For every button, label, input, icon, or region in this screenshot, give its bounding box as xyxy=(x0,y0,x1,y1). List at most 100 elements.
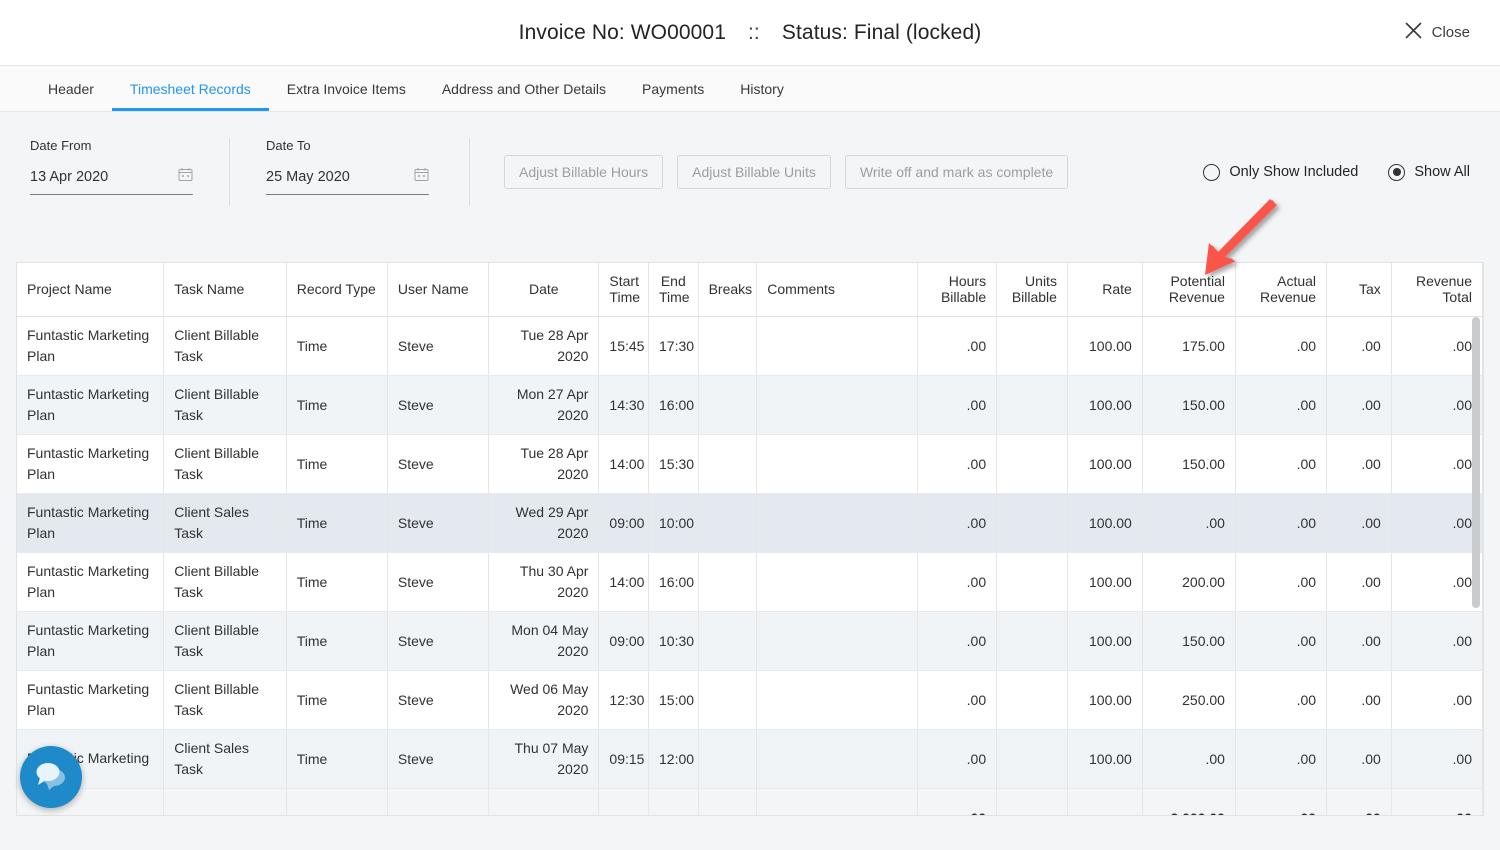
cell-project: Funtastic Marketing Plan xyxy=(17,493,165,553)
table-row[interactable]: Funtastic Marketing Client Sales Task Time… xyxy=(17,729,1483,789)
cell-breaks xyxy=(698,552,758,612)
total-units-billable xyxy=(996,788,1068,815)
cell-date: Mon 04 May 2020 xyxy=(488,611,600,671)
table-row[interactable]: Funtastic Marketing Plan Client Billable … xyxy=(17,670,1483,730)
adjust-billable-hours-button[interactable]: Adjust Billable Hours xyxy=(504,155,664,189)
adjust-billable-units-button[interactable]: Adjust Billable Units xyxy=(677,155,831,189)
close-button[interactable]: Close xyxy=(1404,21,1470,45)
cell-end: 10:00 xyxy=(648,493,699,553)
cell-revenue-total: .00 xyxy=(1391,611,1483,671)
close-icon xyxy=(1404,21,1423,45)
cell-tax: .00 xyxy=(1326,611,1392,671)
table-row[interactable]: Funtastic Marketing Plan Client Sales Tas… xyxy=(17,493,1483,553)
cell-hours-billable: .00 xyxy=(917,552,998,612)
total-revenue-total: .00 xyxy=(1391,788,1483,815)
tab-payments[interactable]: Payments xyxy=(624,66,722,111)
cell-comments xyxy=(756,493,919,553)
cell-rate: 100.00 xyxy=(1067,316,1143,376)
invoice-number: Invoice No: WO00001 xyxy=(518,20,726,44)
table-vertical-scrollbar[interactable] xyxy=(1472,317,1480,815)
cell-revenue-total: .00 xyxy=(1391,552,1483,612)
col-date[interactable]: Date xyxy=(488,263,600,317)
cell-actual-revenue: .00 xyxy=(1235,375,1328,435)
cell-revenue-total: .00 xyxy=(1391,493,1483,553)
cell-start: 12:30 xyxy=(598,670,649,730)
cell-potential-revenue: 150.00 xyxy=(1142,611,1236,671)
cell-breaks xyxy=(698,493,758,553)
cell-task: Client Sales Task xyxy=(163,729,287,789)
cell-actual-revenue: .00 xyxy=(1235,611,1328,671)
chat-widget-button[interactable] xyxy=(20,746,82,808)
cell-task: Client Billable Task xyxy=(163,375,287,435)
cell-end: 12:00 xyxy=(648,729,699,789)
cell-end: 15:30 xyxy=(648,434,699,494)
cell-project: Funtastic Marketing Plan xyxy=(17,434,165,494)
col-revenue-total[interactable]: Revenue Total xyxy=(1391,263,1483,317)
col-start-time[interactable]: Start Time xyxy=(598,263,649,317)
cell-hours-billable: .00 xyxy=(917,611,998,671)
col-hours-billable[interactable]: Hours Billable xyxy=(917,263,998,317)
col-actual-revenue[interactable]: Actual Revenue xyxy=(1235,263,1328,317)
action-button-group: Adjust Billable Hours Adjust Billable Un… xyxy=(504,155,1069,189)
col-task-name[interactable]: Task Name xyxy=(163,263,287,317)
cell-units-billable xyxy=(996,434,1068,494)
tab-history[interactable]: History xyxy=(722,66,802,111)
cell-empty xyxy=(756,788,919,815)
write-off-button[interactable]: Write off and mark as complete xyxy=(844,155,1069,189)
scrollbar-thumb[interactable] xyxy=(1472,317,1480,608)
cell-comments xyxy=(756,729,919,789)
col-project-name[interactable]: Project Name xyxy=(17,263,165,317)
cell-task: Client Billable Task xyxy=(163,611,287,671)
date-to-input-wrap[interactable] xyxy=(266,167,429,195)
cell-rate: 100.00 xyxy=(1067,670,1143,730)
date-from-input-wrap[interactable] xyxy=(30,167,193,195)
cell-start: 09:00 xyxy=(598,493,649,553)
cell-breaks xyxy=(698,375,758,435)
cell-project: Funtastic Marketing Plan xyxy=(17,316,165,376)
calendar-icon[interactable] xyxy=(178,167,193,187)
cell-end: 16:00 xyxy=(648,552,699,612)
col-units-billable[interactable]: Units Billable xyxy=(996,263,1068,317)
cell-breaks xyxy=(698,434,758,494)
cell-actual-revenue: .00 xyxy=(1235,434,1328,494)
cell-revenue-total: .00 xyxy=(1391,375,1483,435)
col-rate[interactable]: Rate xyxy=(1067,263,1143,317)
tab-address-and-other-details[interactable]: Address and Other Details xyxy=(424,66,624,111)
cell-breaks xyxy=(698,670,758,730)
tab-extra-invoice-items[interactable]: Extra Invoice Items xyxy=(269,66,424,111)
table-row[interactable]: Funtastic Marketing Plan Client Billable … xyxy=(17,434,1483,494)
radio-only-show-included[interactable]: Only Show Included xyxy=(1203,163,1358,181)
col-end-time[interactable]: End Time xyxy=(648,263,699,317)
cell-record-type: Time xyxy=(286,316,388,376)
table-row[interactable]: Funtastic Marketing Plan Client Billable … xyxy=(17,552,1483,612)
table-row[interactable]: Funtastic Marketing Plan Client Billable … xyxy=(17,375,1483,435)
total-rate xyxy=(1067,788,1143,815)
table-row[interactable]: Funtastic Marketing Plan Client Billable … xyxy=(17,611,1483,671)
col-comments[interactable]: Comments xyxy=(756,263,919,317)
cell-record-type: Time xyxy=(286,434,388,494)
col-breaks[interactable]: Breaks xyxy=(698,263,758,317)
radio-show-all[interactable]: Show All xyxy=(1388,163,1470,181)
col-tax[interactable]: Tax xyxy=(1326,263,1392,317)
cell-comments xyxy=(756,434,919,494)
cell-empty xyxy=(387,788,490,815)
cell-start: 15:45 xyxy=(598,316,649,376)
table-row[interactable]: Funtastic Marketing Plan Client Billable … xyxy=(17,316,1483,376)
cell-hours-billable: .00 xyxy=(917,375,998,435)
cell-rate: 100.00 xyxy=(1067,552,1143,612)
cell-hours-billable: .00 xyxy=(917,729,998,789)
col-potential-revenue[interactable]: Potential Revenue xyxy=(1142,263,1236,317)
cell-record-type: Time xyxy=(286,375,388,435)
tab-header[interactable]: Header xyxy=(30,66,112,111)
cell-date: Thu 30 Apr 2020 xyxy=(488,552,600,612)
radio-circle-icon xyxy=(1388,163,1406,181)
date-to-input[interactable] xyxy=(266,168,386,185)
cell-date: Wed 29 Apr 2020 xyxy=(488,493,600,553)
date-from-input[interactable] xyxy=(30,168,150,185)
calendar-icon[interactable] xyxy=(414,167,429,187)
window-titlebar: Invoice No: WO00001 :: Status: Final (lo… xyxy=(0,0,1500,66)
cell-start: 14:00 xyxy=(598,434,649,494)
col-record-type[interactable]: Record Type xyxy=(286,263,388,317)
col-user-name[interactable]: User Name xyxy=(387,263,490,317)
tab-timesheet-records[interactable]: Timesheet Records xyxy=(111,66,269,111)
